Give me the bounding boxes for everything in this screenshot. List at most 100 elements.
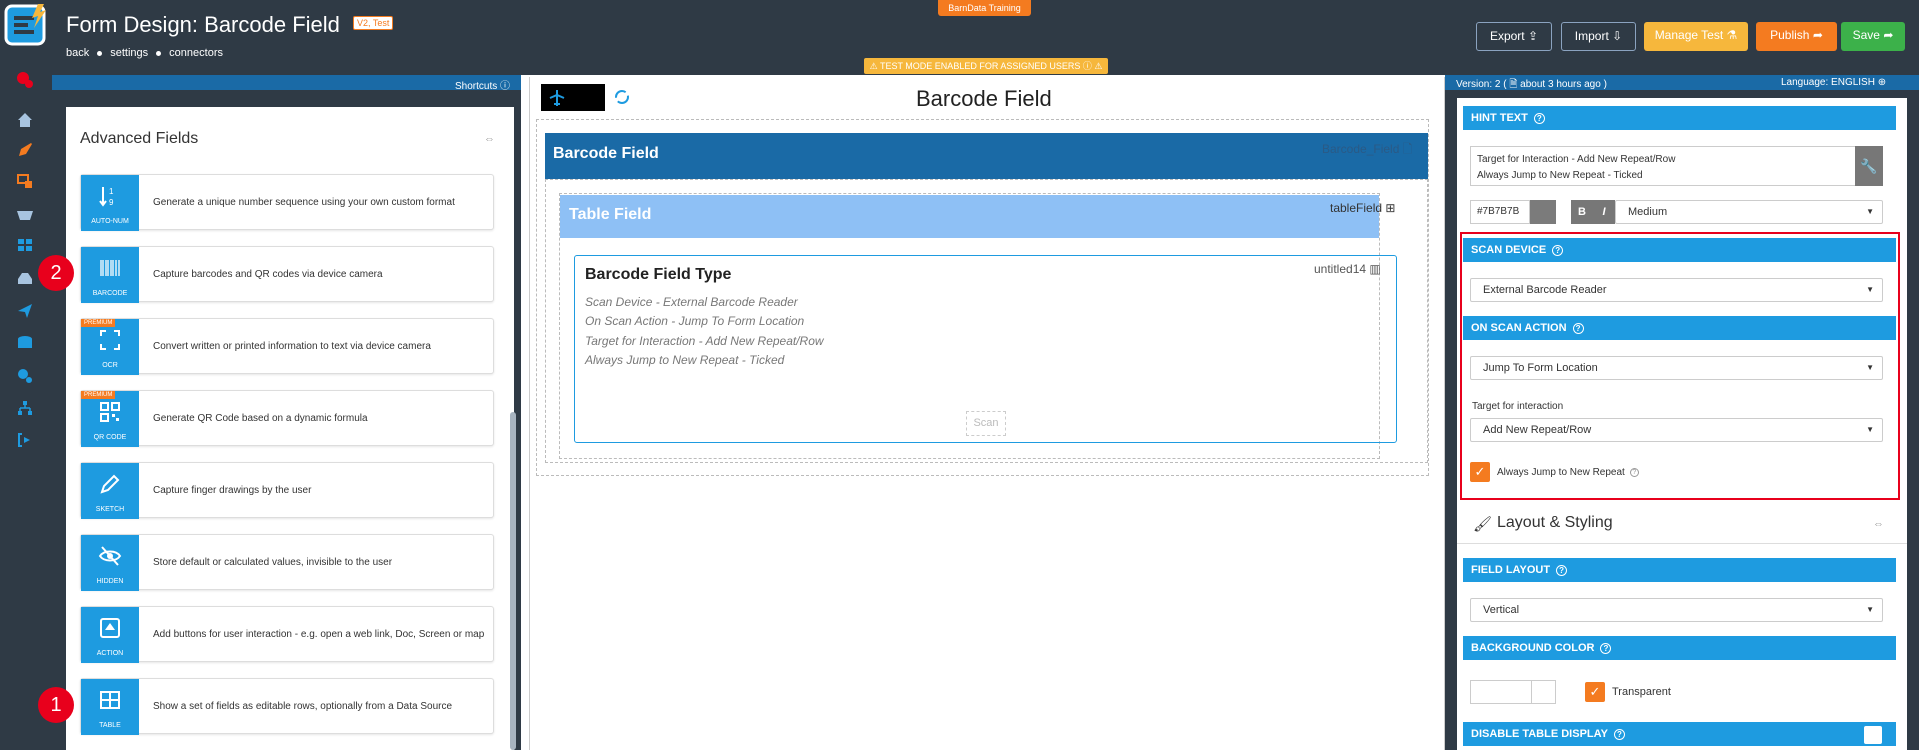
field-tile-label: AUTO-NUM xyxy=(91,218,129,225)
card-detail-line: Scan Device - External Barcode Reader xyxy=(585,295,798,309)
save-arrow-icon: ➦ xyxy=(1883,28,1894,42)
help-icon[interactable]: ? xyxy=(1572,322,1584,334)
collapse-icon[interactable]: ⇔ xyxy=(1873,518,1884,530)
hint-text-section-header: HINT TEXT? xyxy=(1463,106,1896,130)
background-color-input[interactable] xyxy=(1470,680,1556,704)
card-detail-line: Always Jump to New Repeat - Ticked xyxy=(585,353,785,367)
transparent-checkbox[interactable]: ✓ xyxy=(1585,682,1605,702)
help-icon[interactable]: ? xyxy=(1552,244,1564,256)
database-icon[interactable] xyxy=(14,332,36,354)
chevron-down-icon: ▼ xyxy=(1866,363,1874,372)
import-button[interactable]: Import ⇩ xyxy=(1561,22,1636,51)
field-action[interactable]: ACTION Add buttons for user interaction … xyxy=(80,606,494,663)
publish-label: Publish xyxy=(1770,28,1810,42)
refresh-icon[interactable] xyxy=(612,87,632,107)
forms-icon[interactable] xyxy=(14,170,36,192)
barcode-small-icon: ▥ xyxy=(1369,262,1381,276)
scan-device-heading: SCAN DEVICE xyxy=(1471,244,1547,256)
card-detail-line: On Scan Action - Jump To Form Location xyxy=(585,314,805,328)
field-table[interactable]: TABLE Show a set of fields as editable r… xyxy=(80,678,494,735)
field-sketch[interactable]: SKETCH Capture finger drawings by the us… xyxy=(80,462,494,519)
bold-button[interactable]: B xyxy=(1571,200,1593,224)
hierarchy-icon[interactable] xyxy=(14,397,36,419)
nav-settings-link[interactable]: settings xyxy=(110,47,148,59)
field-autonum[interactable]: 19 AUTO-NUM Generate a unique number seq… xyxy=(80,174,494,231)
help-icon[interactable]: ? xyxy=(1629,467,1639,477)
pencil-icon xyxy=(100,474,120,494)
target-value: Add New Repeat/Row xyxy=(1483,424,1592,436)
import-label: Import xyxy=(1574,29,1609,43)
publish-button[interactable]: Publish ➦ xyxy=(1756,22,1837,51)
italic-button[interactable]: I xyxy=(1593,200,1615,224)
left-panel-scrollbar[interactable] xyxy=(510,412,516,750)
text-color-input[interactable]: #7B7B7B xyxy=(1470,200,1530,224)
hidden-tile: HIDDEN xyxy=(81,535,139,591)
test-mode-banner[interactable]: ⚠ TEST MODE ENABLED FOR ASSIGNED USERS ⓘ… xyxy=(864,58,1108,74)
form-title: Barcode Field xyxy=(916,86,1052,111)
svg-text:9: 9 xyxy=(109,198,114,207)
page-title: Form Design: Barcode Field xyxy=(66,12,340,37)
background-color-section-header: BACKGROUND COLOR? xyxy=(1463,636,1896,660)
wrench-icon[interactable]: 🔧 xyxy=(1855,146,1883,186)
table-field-header[interactable]: Table Field xyxy=(560,195,1379,238)
help-icon[interactable]: ? xyxy=(1533,112,1545,124)
import-icon: ⇩ xyxy=(1612,29,1623,43)
help-icon[interactable]: ? xyxy=(1613,728,1625,740)
barcode-field-header[interactable]: Barcode Field xyxy=(545,133,1428,179)
disable-table-heading: DISABLE TABLE DISPLAY xyxy=(1471,728,1608,740)
table-tile: TABLE xyxy=(81,679,139,735)
table-grid-icon: ⊞ xyxy=(1385,201,1396,215)
card-field-name: untitled14 ▥ xyxy=(1314,262,1381,276)
always-jump-checkbox[interactable]: ✓ xyxy=(1470,462,1490,482)
inbox-icon[interactable] xyxy=(14,267,36,289)
nav-back-link[interactable]: back xyxy=(66,47,89,59)
scan-button[interactable]: Scan xyxy=(966,411,1006,436)
language-selector[interactable]: Language: ENGLISH ⊕ xyxy=(1781,77,1886,88)
field-layout-select[interactable]: Vertical ▼ xyxy=(1470,598,1883,622)
app-logo[interactable] xyxy=(2,2,52,52)
field-qrcode[interactable]: PREMIUM QR CODE Generate QR Code based o… xyxy=(80,390,494,447)
logout-icon[interactable] xyxy=(14,429,36,451)
send-icon[interactable] xyxy=(14,300,36,322)
field-description: Add buttons for user interaction - e.g. … xyxy=(153,629,485,640)
annotation-badge-2: 2 xyxy=(38,255,74,291)
on-scan-value: Jump To Form Location xyxy=(1483,362,1598,374)
help-icon[interactable]: ? xyxy=(1600,642,1612,654)
scan-device-select[interactable]: External Barcode Reader ▼ xyxy=(1470,278,1883,302)
on-scan-action-select[interactable]: Jump To Form Location ▼ xyxy=(1470,356,1883,380)
home-icon[interactable] xyxy=(14,109,36,131)
barcode-field-name: Barcode_Field 🗋 xyxy=(1322,140,1412,161)
hint-text-input[interactable]: Target for Interaction - Add New Repeat/… xyxy=(1470,146,1856,186)
airplane-mode-toggle[interactable] xyxy=(541,84,605,111)
collapse-icon[interactable]: ⇔ xyxy=(484,133,495,145)
notifications-icon[interactable] xyxy=(14,69,36,91)
divider xyxy=(1531,681,1532,703)
basket-icon[interactable] xyxy=(14,202,36,224)
field-hidden[interactable]: HIDDEN Store default or calculated value… xyxy=(80,534,494,591)
target-label: Target for interaction xyxy=(1472,401,1564,412)
version-badge: V2, Test xyxy=(353,16,394,30)
disable-table-toggle[interactable] xyxy=(1864,726,1882,744)
manage-test-button[interactable]: Manage Test ⚗ xyxy=(1644,22,1748,51)
field-description: Store default or calculated values, invi… xyxy=(153,557,393,568)
color-swatch[interactable] xyxy=(1530,200,1556,224)
help-icon[interactable]: ? xyxy=(1556,564,1568,576)
card-title: Barcode Field Type xyxy=(585,266,732,283)
save-button[interactable]: Save ➦ xyxy=(1841,22,1905,51)
hint-text-heading: HINT TEXT xyxy=(1471,112,1528,124)
dashboard-icon[interactable] xyxy=(14,234,36,256)
field-ocr[interactable]: PREMIUM OCR Convert written or printed i… xyxy=(80,318,494,375)
target-interaction-select[interactable]: Add New Repeat/Row ▼ xyxy=(1470,418,1883,442)
field-description: Capture barcodes and QR codes via device… xyxy=(153,269,383,280)
field-layout-heading: FIELD LAYOUT xyxy=(1471,564,1551,576)
chevron-down-icon: ▼ xyxy=(1866,425,1874,434)
font-size-select[interactable]: Medium ▼ xyxy=(1615,200,1883,224)
nav-connectors-link[interactable]: connectors xyxy=(169,47,223,59)
layout-styling-title: Layout & Styling xyxy=(1497,514,1613,531)
export-button[interactable]: Export ⇪ xyxy=(1476,22,1552,51)
chevron-down-icon: ▼ xyxy=(1866,285,1874,294)
rocket-icon[interactable] xyxy=(14,139,36,161)
settings-icon[interactable] xyxy=(14,365,36,387)
on-scan-action-section-header: ON SCAN ACTION? xyxy=(1463,316,1896,340)
field-barcode[interactable]: BARCODE Capture barcodes and QR codes vi… xyxy=(80,246,494,303)
